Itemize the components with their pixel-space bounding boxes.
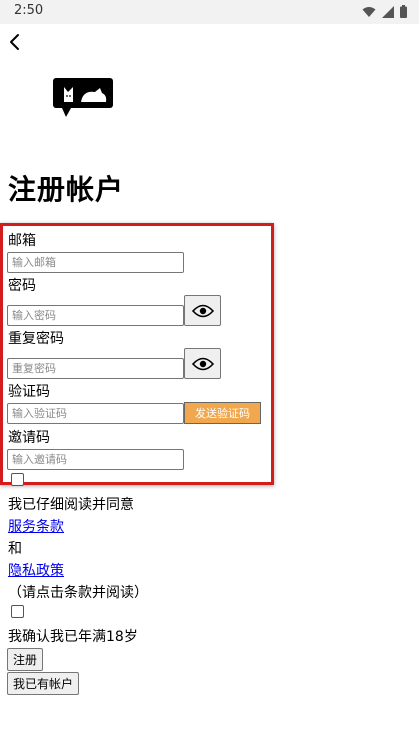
terms-of-service-link[interactable]: 服务条款: [8, 516, 64, 536]
register-button[interactable]: 注册: [7, 648, 44, 671]
page-title: 注册帐户: [8, 173, 125, 206]
status-icons: [362, 5, 407, 18]
email-input[interactable]: [7, 252, 184, 273]
password-input[interactable]: [7, 305, 184, 326]
click-hint-text: （请点击条款并阅读）: [8, 585, 148, 601]
have-account-button[interactable]: 我已有帐户: [7, 672, 80, 695]
back-arrow-icon: [10, 34, 19, 50]
repeat-password-input[interactable]: [7, 358, 184, 379]
back-button[interactable]: [4, 30, 28, 54]
repeat-password-label: 重复密码: [8, 331, 64, 347]
status-bar: 2:50: [0, 0, 419, 24]
agree-terms-checkbox[interactable]: [11, 473, 24, 486]
cat-logo-icon: [53, 78, 113, 117]
verification-code-label: 验证码: [8, 384, 50, 400]
wifi-icon: [362, 6, 376, 17]
status-time: 2:50: [14, 3, 44, 18]
eye-icon: [191, 304, 214, 317]
privacy-policy-link[interactable]: 隐私政策: [8, 560, 64, 580]
email-label: 邮箱: [8, 233, 36, 249]
verification-code-input[interactable]: [7, 403, 184, 424]
show-password-button[interactable]: [184, 295, 221, 326]
age-confirm-text: 我确认我已年满18岁: [8, 629, 138, 645]
show-repeat-password-button[interactable]: [184, 348, 221, 379]
age-confirm-checkbox[interactable]: [11, 605, 24, 618]
and-text: 和: [8, 541, 22, 557]
agree-text: 我已仔细阅读并同意: [8, 497, 134, 513]
password-label: 密码: [8, 278, 36, 294]
app-logo: [52, 77, 114, 119]
signal-icon: [382, 5, 394, 18]
invite-code-label: 邀请码: [8, 430, 50, 446]
battery-icon: [400, 5, 407, 18]
send-code-button[interactable]: 发送验证码: [184, 402, 261, 424]
invite-code-input[interactable]: [7, 449, 184, 470]
eye-icon: [191, 357, 214, 370]
